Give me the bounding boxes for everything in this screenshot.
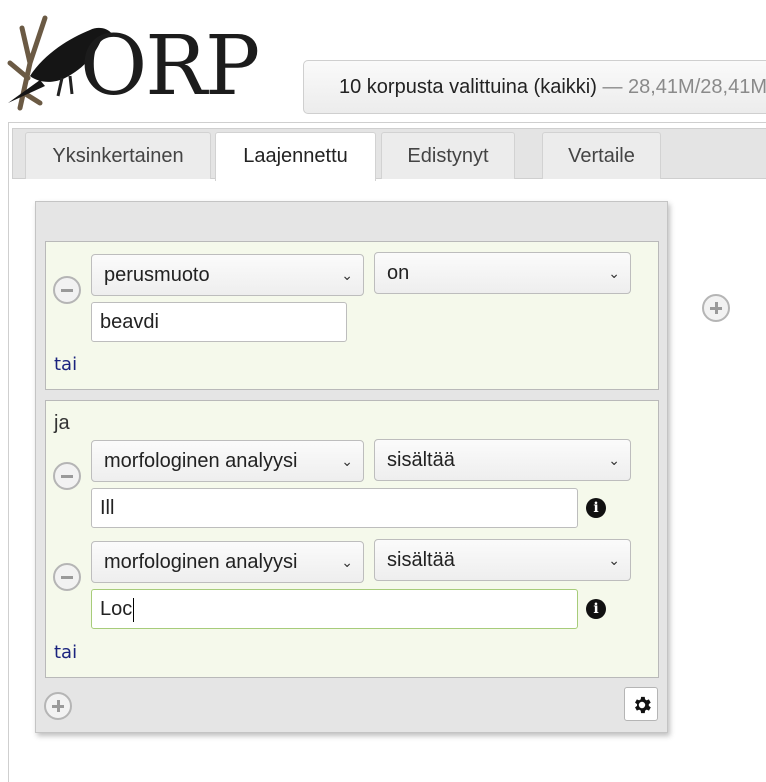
operator-select[interactable]: on ⌄ bbox=[374, 252, 631, 294]
plus-circle-icon[interactable] bbox=[702, 294, 730, 322]
add-token-icon[interactable] bbox=[44, 692, 72, 720]
operator-select[interactable]: sisältää ⌄ bbox=[374, 539, 631, 581]
gear-icon bbox=[635, 696, 651, 714]
tab-extended[interactable]: Laajennettu bbox=[215, 132, 376, 181]
attribute-select-value: morfologinen analyysi bbox=[104, 450, 298, 472]
minus-circle-icon[interactable] bbox=[53, 462, 81, 490]
value-input-text: Ill bbox=[100, 497, 115, 519]
text-caret bbox=[133, 597, 135, 622]
value-input[interactable]: Ill bbox=[91, 488, 578, 528]
corpus-selected-label: 10 korpusta valittuina (kaikki) bbox=[339, 76, 597, 98]
chevron-down-icon: ⌄ bbox=[341, 453, 353, 469]
tab-compare[interactable]: Vertaile bbox=[542, 132, 661, 179]
attribute-select[interactable]: morfologinen analyysi ⌄ bbox=[91, 541, 364, 583]
tab-advanced[interactable]: Edistynyt bbox=[381, 132, 515, 179]
korp-logo: ORP bbox=[0, 8, 290, 113]
corpus-chooser[interactable]: 10 korpusta valittuina (kaikki) — 28,41M… bbox=[303, 60, 766, 114]
chevron-down-icon: ⌄ bbox=[608, 452, 620, 468]
and-label: ja bbox=[54, 412, 70, 434]
settings-button[interactable] bbox=[624, 687, 658, 721]
operator-select-value: sisältää bbox=[387, 549, 455, 571]
or-link[interactable]: tai bbox=[54, 354, 77, 375]
attribute-select[interactable]: perusmuoto ⌄ bbox=[91, 254, 364, 296]
or-link[interactable]: tai bbox=[54, 642, 77, 663]
operator-select-value: sisältää bbox=[387, 449, 455, 471]
minus-circle-icon[interactable] bbox=[53, 276, 81, 304]
operator-select-value: on bbox=[387, 262, 410, 284]
chevron-down-icon: ⌄ bbox=[341, 267, 353, 283]
chevron-down-icon: ⌄ bbox=[608, 552, 620, 568]
operator-select[interactable]: sisältää ⌄ bbox=[374, 439, 631, 481]
value-input[interactable]: beavdi bbox=[91, 302, 347, 342]
value-input-text: beavdi bbox=[100, 311, 159, 333]
value-input[interactable]: Loc bbox=[91, 589, 578, 629]
logo-text: ORP bbox=[80, 19, 260, 114]
corpus-token-count: — 28,41M/28,41M bbox=[596, 76, 766, 98]
info-icon[interactable]: i bbox=[586, 599, 606, 619]
info-icon[interactable]: i bbox=[586, 498, 606, 518]
minus-circle-icon[interactable] bbox=[53, 563, 81, 591]
chevron-down-icon: ⌄ bbox=[341, 554, 353, 570]
value-input-text: Loc bbox=[100, 598, 133, 620]
tab-simple[interactable]: Yksinkertainen bbox=[25, 132, 211, 179]
attribute-select-value: perusmuoto bbox=[104, 264, 210, 286]
attribute-select[interactable]: morfologinen analyysi ⌄ bbox=[91, 440, 364, 482]
chevron-down-icon: ⌄ bbox=[608, 265, 620, 281]
attribute-select-value: morfologinen analyysi bbox=[104, 551, 298, 573]
